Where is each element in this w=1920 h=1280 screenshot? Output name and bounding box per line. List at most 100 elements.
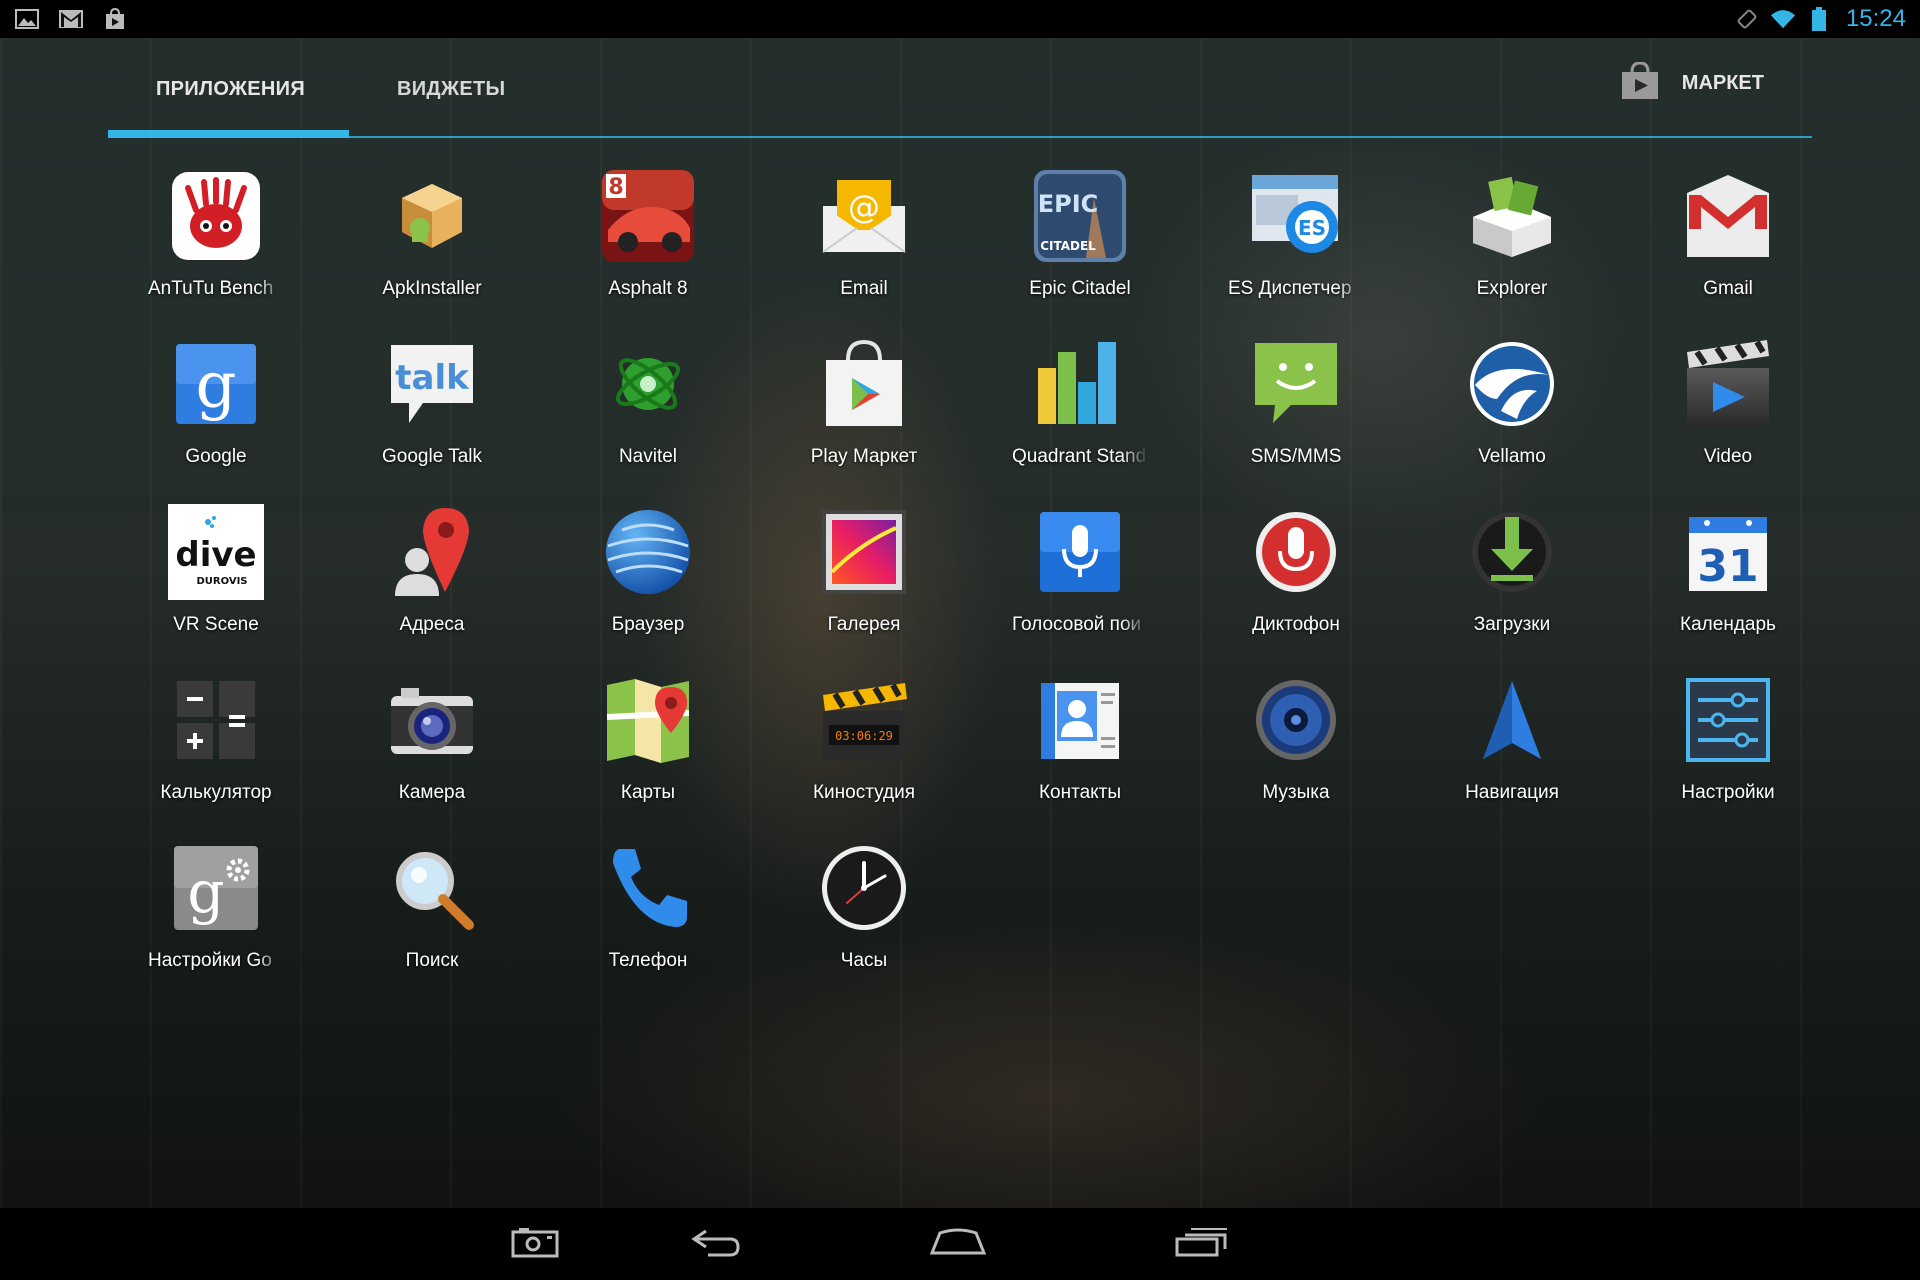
app-gallery[interactable]: Галерея bbox=[756, 504, 972, 664]
gallery-notification-icon[interactable] bbox=[14, 8, 40, 30]
citadel-title: CITADEL bbox=[1040, 239, 1096, 253]
app-play-market[interactable]: Play Маркет bbox=[756, 336, 972, 496]
app-label: Play Маркет bbox=[810, 446, 918, 467]
app-label: Голосовой пои bbox=[1012, 614, 1142, 635]
app-settings[interactable]: Настройки bbox=[1620, 672, 1836, 832]
app-email[interactable]: @ Email bbox=[756, 168, 972, 328]
app-label: Email bbox=[840, 278, 888, 299]
app-es-explorer[interactable]: ES ES Диспетчер bbox=[1188, 168, 1404, 328]
dive-brand: dive bbox=[175, 535, 256, 575]
app-asphalt[interactable]: 8 Asphalt 8 bbox=[540, 168, 756, 328]
app-sms[interactable]: SMS/MMS bbox=[1188, 336, 1404, 496]
app-calculator[interactable]: Калькулятор bbox=[108, 672, 324, 832]
app-search[interactable]: Поиск bbox=[324, 840, 540, 1000]
app-label: Музыка bbox=[1262, 782, 1330, 803]
app-label: Адреса bbox=[399, 614, 465, 635]
wifi-icon bbox=[1770, 8, 1796, 30]
asphalt-badge: 8 bbox=[608, 175, 623, 200]
es-explorer-icon: ES bbox=[1248, 168, 1344, 264]
app-navigation[interactable]: Навигация bbox=[1404, 672, 1620, 832]
app-label: ApkInstaller bbox=[382, 278, 482, 299]
home-button[interactable] bbox=[928, 1222, 988, 1266]
calendar-day: 31 bbox=[1697, 541, 1758, 592]
tab-apps[interactable]: ПРИЛОЖЕНИЯ bbox=[156, 78, 305, 101]
app-vellamo[interactable]: Vellamo bbox=[1404, 336, 1620, 496]
navigation-bar bbox=[0, 1208, 1920, 1280]
voice-search-icon bbox=[1032, 504, 1128, 600]
tab-widgets[interactable]: ВИДЖЕТЫ bbox=[397, 78, 505, 101]
app-quadrant[interactable]: Quadrant Stand bbox=[972, 336, 1188, 496]
downloads-icon bbox=[1464, 504, 1560, 600]
movie-studio-icon: 03:06:29 bbox=[816, 672, 912, 768]
app-label: Загрузки bbox=[1473, 614, 1551, 635]
play-market-icon bbox=[816, 336, 912, 432]
app-addresses[interactable]: Адреса bbox=[324, 504, 540, 664]
dive-sub: DUROVIS bbox=[196, 576, 247, 587]
tab-divider bbox=[108, 136, 1812, 138]
phone-icon bbox=[600, 840, 696, 936]
contacts-icon bbox=[1032, 672, 1128, 768]
app-label: Часы bbox=[840, 950, 888, 971]
app-label: Календарь bbox=[1680, 614, 1776, 635]
vellamo-icon bbox=[1464, 336, 1560, 432]
app-label: SMS/MMS bbox=[1250, 446, 1342, 467]
market-button[interactable]: МАРКЕТ bbox=[1620, 61, 1764, 104]
app-video[interactable]: Video bbox=[1620, 336, 1836, 496]
calendar-icon: 31 bbox=[1680, 504, 1776, 600]
app-calendar[interactable]: 31 Календарь bbox=[1620, 504, 1836, 664]
app-browser[interactable]: Браузер bbox=[540, 504, 756, 664]
app-label: AnTuTu Bench bbox=[148, 278, 274, 299]
app-google-settings[interactable]: g Настройки Go bbox=[108, 840, 324, 1000]
app-label: Navitel bbox=[618, 446, 678, 467]
screenshot-icon bbox=[511, 1226, 559, 1262]
email-icon: @ bbox=[816, 168, 912, 264]
app-epic-citadel[interactable]: EPIC CITADEL Epic Citadel bbox=[972, 168, 1188, 328]
app-vr-scene[interactable]: dive DUROVIS VR Scene bbox=[108, 504, 324, 664]
app-movie-studio[interactable]: 03:06:29 Киностудия bbox=[756, 672, 972, 832]
app-apkinstaller[interactable]: ApkInstaller bbox=[324, 168, 540, 328]
app-camera[interactable]: Камера bbox=[324, 672, 540, 832]
screenshot-button[interactable] bbox=[505, 1222, 565, 1266]
app-google-talk[interactable]: talk Google Talk bbox=[324, 336, 540, 496]
recent-apps-button[interactable] bbox=[1172, 1222, 1232, 1266]
play-store-notification-icon[interactable] bbox=[102, 8, 128, 30]
battery-icon bbox=[1806, 7, 1832, 31]
screen-rotation-icon bbox=[1734, 8, 1760, 30]
app-gmail[interactable]: Gmail bbox=[1620, 168, 1836, 328]
app-maps[interactable]: Карты bbox=[540, 672, 756, 832]
back-button[interactable] bbox=[686, 1222, 746, 1266]
explorer-icon bbox=[1464, 168, 1560, 264]
epic-citadel-icon: EPIC CITADEL bbox=[1032, 168, 1128, 264]
browser-icon bbox=[600, 504, 696, 600]
svg-text:@: @ bbox=[848, 188, 880, 226]
market-bag-icon bbox=[1620, 61, 1660, 104]
app-contacts[interactable]: Контакты bbox=[972, 672, 1188, 832]
maps-icon bbox=[600, 672, 696, 768]
app-label: Телефон bbox=[608, 950, 688, 971]
recorder-icon bbox=[1248, 504, 1344, 600]
home-icon bbox=[929, 1227, 987, 1261]
navigation-icon bbox=[1464, 672, 1560, 768]
google-settings-icon: g bbox=[168, 840, 264, 936]
gmail-icon bbox=[1680, 168, 1776, 264]
app-label: Контакты bbox=[1038, 782, 1122, 803]
gmail-notification-icon[interactable] bbox=[58, 8, 84, 30]
app-label: Калькулятор bbox=[160, 782, 272, 803]
app-downloads[interactable]: Загрузки bbox=[1404, 504, 1620, 664]
app-clock[interactable]: Часы bbox=[756, 840, 972, 1000]
app-music[interactable]: Музыка bbox=[1188, 672, 1404, 832]
app-label: Камера bbox=[398, 782, 466, 803]
app-drawer-tabs: ПРИЛОЖЕНИЯ ВИДЖЕТЫ МАРКЕТ bbox=[108, 38, 1812, 140]
talk-text: talk bbox=[395, 358, 470, 398]
app-label: Настройки bbox=[1681, 782, 1775, 803]
app-antutu[interactable]: AnTuTu Bench bbox=[108, 168, 324, 328]
app-recorder[interactable]: Диктофон bbox=[1188, 504, 1404, 664]
app-google[interactable]: g Google bbox=[108, 336, 324, 496]
app-navitel[interactable]: Navitel bbox=[540, 336, 756, 496]
app-explorer[interactable]: Explorer bbox=[1404, 168, 1620, 328]
app-voice-search[interactable]: Голосовой пои bbox=[972, 504, 1188, 664]
navitel-icon bbox=[600, 336, 696, 432]
app-label: ES Диспетчер bbox=[1228, 278, 1352, 299]
app-phone[interactable]: Телефон bbox=[540, 840, 756, 1000]
notification-icons bbox=[14, 8, 128, 30]
